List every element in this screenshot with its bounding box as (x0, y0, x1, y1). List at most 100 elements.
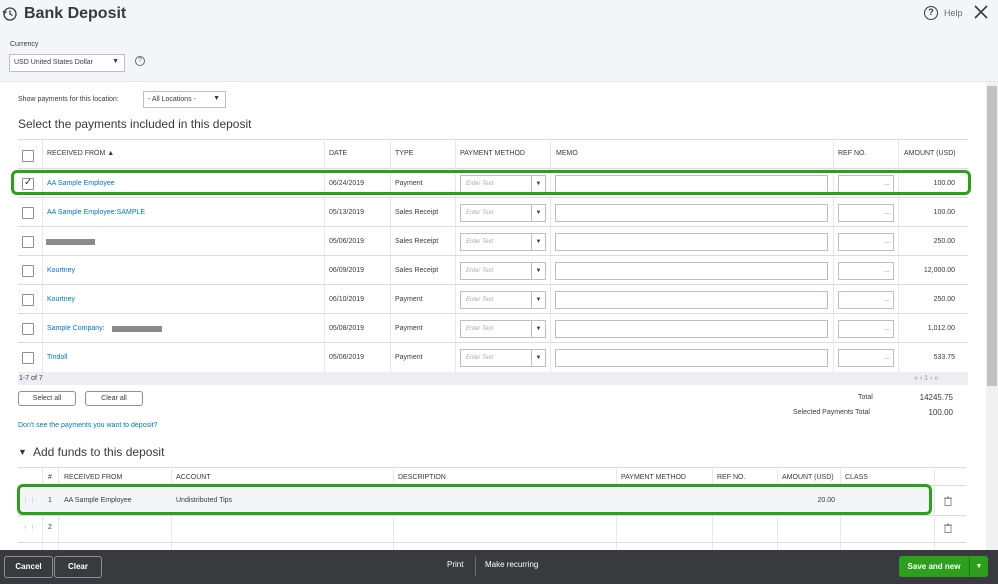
selected-total-value: 100.00 (928, 408, 953, 417)
header-bar (0, 0, 998, 82)
payment-type: Payment (395, 325, 423, 332)
payment-method-input[interactable]: Enter Text ▼ (460, 262, 546, 280)
ref-no-input[interactable]: ... (838, 233, 894, 251)
payment-method-input[interactable]: Enter Text ▼ (460, 204, 546, 222)
dropdown-icon[interactable]: ▼ (531, 234, 545, 250)
row-checkbox[interactable] (22, 265, 34, 277)
collapse-caret-icon[interactable]: ▼ (18, 447, 27, 457)
payment-date: 05/08/2019 (329, 325, 365, 332)
col-description: DESCRIPTION (398, 474, 446, 481)
caret-down-icon: ▼ (112, 58, 119, 65)
save-options-caret-icon[interactable]: ▼ (969, 556, 988, 577)
payment-type: Sales Receipt (395, 267, 439, 274)
make-recurring-link[interactable]: Make recurring (485, 560, 538, 569)
row-checkbox[interactable] (22, 352, 34, 364)
location-select[interactable]: - All Locations - ▼ (143, 91, 226, 108)
dropdown-icon[interactable]: ▼ (531, 350, 545, 366)
info-icon[interactable]: ? (135, 56, 145, 66)
dropdown-icon[interactable]: ▼ (531, 263, 545, 279)
memo-input[interactable] (555, 349, 828, 367)
row-divider (18, 226, 968, 227)
save-and-new-button[interactable]: Save and new (899, 556, 969, 577)
row-divider (18, 284, 968, 285)
received-from-link[interactable]: Kourtney (47, 296, 75, 303)
currency-label: Currency (10, 41, 39, 48)
received-from-link[interactable]: AA Sample Employee:SAMPLE (47, 209, 145, 216)
total-label: Total (858, 394, 873, 401)
payment-date: 05/06/2019 (329, 238, 365, 245)
page-title: Bank Deposit (24, 5, 127, 22)
ref-no-input[interactable]: ... (838, 262, 894, 280)
funds-section-title[interactable]: Add funds to this deposit (33, 445, 164, 459)
received-from-link[interactable]: Sample Company: (47, 325, 105, 332)
row-checkbox[interactable] (22, 236, 34, 248)
memo-input[interactable] (555, 320, 828, 338)
print-link[interactable]: Print (447, 560, 463, 569)
help-link[interactable]: Help (944, 8, 963, 18)
row-checkbox[interactable] (22, 207, 34, 219)
col-payment-method[interactable]: PAYMENT METHOD (460, 150, 525, 157)
pager-bar (18, 372, 968, 385)
placeholder-text: Enter Text (466, 297, 494, 303)
payment-method-input[interactable]: Enter Text ▼ (460, 291, 546, 309)
ref-no-input[interactable]: ... (838, 291, 894, 309)
memo-input[interactable] (555, 262, 828, 280)
select-all-button[interactable]: Select all (18, 391, 76, 406)
row-checkbox[interactable] (22, 294, 34, 306)
payment-type: Sales Receipt (395, 209, 439, 216)
payment-type: Sales Receipt (395, 238, 439, 245)
dropdown-icon[interactable]: ▼ (531, 292, 545, 308)
close-icon[interactable] (972, 3, 990, 21)
missing-payments-link[interactable]: Don't see the payments you want to depos… (18, 422, 157, 429)
help-icon[interactable]: ? (924, 6, 938, 20)
column-divider (934, 467, 935, 550)
ref-no-input[interactable]: ... (838, 204, 894, 222)
payment-method-input[interactable]: Enter Text ▼ (460, 320, 546, 338)
select-all-checkbox[interactable] (22, 150, 34, 162)
selected-total-label: Selected Payments Total (793, 409, 870, 416)
currency-select[interactable]: USD United States Dollar ▼ (9, 54, 125, 72)
scrollbar-thumb[interactable] (987, 86, 997, 386)
received-from-link[interactable]: Kourtney (47, 267, 75, 274)
cancel-button[interactable]: Cancel (4, 556, 53, 578)
col-amount[interactable]: AMOUNT (USD) (904, 150, 956, 157)
row-divider (18, 515, 966, 516)
col-ref-no[interactable]: REF NO. (838, 150, 866, 157)
dropdown-icon[interactable]: ▼ (531, 321, 545, 337)
payment-method-input[interactable]: Enter Text ▼ (460, 233, 546, 251)
more-icon: ... (884, 325, 890, 332)
ref-no-input[interactable]: ... (838, 320, 894, 338)
trash-icon[interactable] (944, 523, 952, 533)
col-received-from[interactable]: RECEIVED FROM ▲ (47, 150, 114, 157)
col-num: # (48, 474, 52, 481)
row-divider (18, 313, 968, 314)
received-from-link[interactable]: Tindoll (47, 354, 67, 361)
memo-input[interactable] (555, 233, 828, 251)
payment-date: 05/13/2019 (329, 209, 365, 216)
payment-method-input[interactable]: Enter Text ▼ (460, 349, 546, 367)
payment-amount: 12,000.00 (923, 267, 955, 274)
row-checkbox[interactable] (22, 323, 34, 335)
col-ref-no: REF NO. (717, 474, 746, 481)
trash-icon[interactable] (944, 496, 952, 506)
more-icon: ... (884, 267, 890, 274)
location-label: Show payments for this location: (18, 96, 119, 103)
col-type[interactable]: TYPE (395, 150, 413, 157)
memo-input[interactable] (555, 291, 828, 309)
clear-button[interactable]: Clear (54, 556, 102, 578)
memo-input[interactable] (555, 204, 828, 222)
history-icon[interactable] (2, 6, 18, 22)
row-divider (18, 197, 968, 198)
dropdown-icon[interactable]: ▼ (531, 205, 545, 221)
pager-nav[interactable]: « ‹ 1 › » (914, 375, 938, 382)
footer-divider (475, 556, 476, 576)
col-payment-method: PAYMENT METHOD (621, 474, 686, 481)
payment-amount: 250.00 (933, 238, 955, 245)
col-date[interactable]: DATE (329, 150, 347, 157)
col-memo[interactable]: MEMO (556, 150, 578, 157)
clear-all-button[interactable]: Clear all (85, 391, 143, 406)
highlight-box (11, 170, 971, 195)
currency-value: USD United States Dollar (14, 59, 93, 66)
drag-handle-icon[interactable]: ⋮⋮ (22, 524, 36, 532)
ref-no-input[interactable]: ... (838, 349, 894, 367)
